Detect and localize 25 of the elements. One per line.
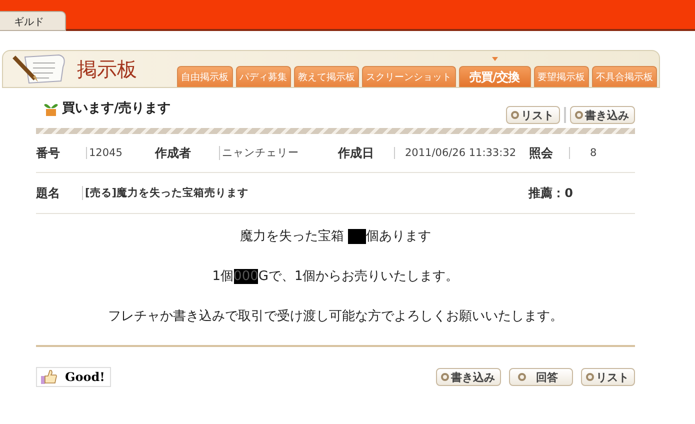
section-title: 買います/売ります	[62, 100, 171, 117]
write-button[interactable]: 書き込み	[436, 368, 501, 386]
field-label: 照会	[529, 144, 554, 162]
list-button[interactable]: リスト	[581, 368, 635, 386]
recommend-count: 推薦：0	[528, 184, 573, 202]
thumbs-up-icon	[41, 370, 57, 384]
field-value: ニャンチェリー	[219, 146, 338, 160]
field-label: 作成日	[338, 144, 375, 162]
body-text: フレチャか書き込みで取引で受け渡し可能な方でよろしくお願いいたします。	[108, 308, 563, 325]
selected-marker-icon	[492, 57, 498, 61]
field-value: 8	[569, 147, 599, 159]
body-text: 魔力を失った宝箱 個あります	[240, 228, 432, 245]
good-button[interactable]: Good!	[36, 367, 111, 387]
board-title: 掲示板	[77, 56, 137, 82]
write-button[interactable]: 書き込み	[570, 106, 635, 124]
subject-text: [売る]魔力を失った宝箱売ります	[82, 186, 529, 200]
field-label: 作成者	[155, 144, 192, 162]
guild-tab[interactable]: ギルド	[0, 11, 66, 31]
field-label: 題名	[36, 184, 61, 202]
field-label: 番号	[36, 144, 61, 162]
body-text: 1個000Gで、1個からお売りいたします。	[212, 268, 459, 285]
reply-button[interactable]: 回答	[509, 368, 573, 386]
field-value: 2011/06/26 11:33:32	[394, 147, 529, 159]
field-value: 12045	[86, 147, 155, 159]
list-button[interactable]: リスト	[506, 106, 560, 124]
